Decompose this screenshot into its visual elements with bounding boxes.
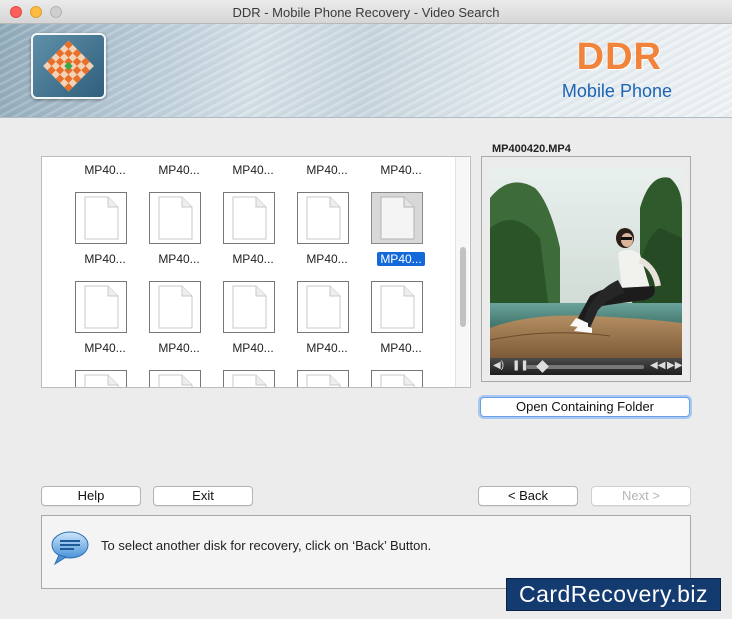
video-preview[interactable] — [490, 168, 682, 358]
file-name-label: MP40... — [306, 341, 348, 355]
file-name-label: MP40... — [158, 252, 200, 266]
video-controls: ◀) ❚❚ ◀◀ ▶▶ — [490, 358, 682, 375]
grid-item[interactable]: MP40... — [142, 161, 216, 179]
back-button[interactable]: < Back — [478, 486, 578, 506]
grid-item[interactable]: MP40... — [290, 250, 364, 268]
video-file-grid[interactable]: MP40... MP40... MP40... MP40... MP40... … — [41, 156, 471, 388]
document-icon — [84, 285, 119, 329]
grid-item[interactable]: MP40... — [216, 339, 290, 357]
app-logo — [31, 33, 106, 99]
file-thumbnail[interactable] — [149, 281, 201, 333]
file-thumbnail[interactable] — [371, 370, 423, 387]
app-window: DDR - Mobile Phone Recovery - Video Sear… — [0, 0, 732, 619]
document-icon — [232, 285, 267, 329]
preview-file-name: MP400420.MP4 — [488, 143, 575, 155]
speech-bubble-icon — [51, 531, 89, 566]
file-thumbnail[interactable] — [223, 192, 275, 244]
file-name-label: MP40... — [232, 341, 274, 355]
forward-icon[interactable]: ▶▶ — [667, 360, 682, 372]
file-thumbnail[interactable] — [371, 281, 423, 333]
rewind-icon[interactable]: ◀◀ — [650, 360, 665, 372]
website-watermark: CardRecovery.biz — [506, 578, 721, 611]
file-name-label: MP40... — [84, 341, 126, 355]
file-name-label: MP40... — [306, 163, 348, 177]
grid-item[interactable]: MP40... — [68, 161, 142, 179]
file-name-label: MP40... — [380, 163, 422, 177]
document-icon — [306, 285, 341, 329]
document-icon — [84, 196, 119, 240]
grid-item[interactable]: MP40... — [68, 250, 142, 268]
document-icon — [306, 374, 341, 387]
file-name-label: MP40... — [158, 163, 200, 177]
window-title: DDR - Mobile Phone Recovery - Video Sear… — [232, 5, 500, 20]
grid-item[interactable]: MP40... — [364, 161, 438, 179]
grid-scrollbar[interactable] — [455, 157, 469, 387]
document-icon — [380, 374, 415, 387]
file-thumbnail[interactable] — [75, 192, 127, 244]
file-thumbnail[interactable] — [297, 370, 349, 387]
file-thumbnail-selected[interactable] — [371, 192, 423, 244]
file-thumbnail[interactable] — [149, 370, 201, 387]
video-frame-image — [490, 168, 682, 358]
seek-knob[interactable] — [536, 360, 549, 373]
volume-icon[interactable]: ◀) — [493, 360, 504, 372]
help-button[interactable]: Help — [41, 486, 141, 506]
document-icon — [232, 196, 267, 240]
file-name-label: MP40... — [84, 163, 126, 177]
file-name-label: MP40... — [84, 252, 126, 266]
file-name-label: MP40... — [158, 341, 200, 355]
exit-button[interactable]: Exit — [153, 486, 253, 506]
document-icon — [380, 285, 415, 329]
file-name-label: MP40... — [306, 252, 348, 266]
grid-item[interactable]: MP40... — [290, 339, 364, 357]
next-button: Next > — [591, 486, 691, 506]
file-thumbnail[interactable] — [223, 281, 275, 333]
file-thumbnail[interactable] — [149, 192, 201, 244]
document-icon — [158, 374, 193, 387]
grid-item[interactable]: MP40... — [142, 339, 216, 357]
file-name-label: MP40... — [232, 252, 274, 266]
grid-item-selected[interactable]: MP40... — [364, 250, 438, 268]
document-icon — [306, 196, 341, 240]
status-message: To select another disk for recovery, cli… — [101, 538, 432, 553]
file-thumbnail[interactable] — [223, 370, 275, 387]
document-icon — [158, 196, 193, 240]
header-banner: DDR Mobile Phone — [0, 24, 732, 118]
grid-item[interactable]: MP40... — [216, 250, 290, 268]
grid-item[interactable]: MP40... — [142, 250, 216, 268]
file-name-label: MP40... — [380, 341, 422, 355]
file-thumbnail[interactable] — [297, 192, 349, 244]
title-bar: DDR - Mobile Phone Recovery - Video Sear… — [0, 0, 732, 24]
open-containing-folder-button[interactable]: Open Containing Folder — [480, 397, 690, 417]
brand-subtitle: Mobile Phone — [561, 81, 672, 101]
file-name-label-selected: MP40... — [377, 252, 425, 266]
file-thumbnail[interactable] — [297, 281, 349, 333]
document-icon — [232, 374, 267, 387]
file-name-label: MP40... — [232, 163, 274, 177]
checker-logo-icon — [43, 40, 94, 92]
document-icon — [84, 374, 119, 387]
grid-item[interactable]: MP40... — [364, 339, 438, 357]
document-icon — [158, 285, 193, 329]
document-icon — [380, 196, 415, 240]
file-thumbnail[interactable] — [75, 370, 127, 387]
file-thumbnail[interactable] — [75, 281, 127, 333]
brand-name: DDR — [576, 36, 662, 78]
grid-item[interactable]: MP40... — [68, 339, 142, 357]
grid-item[interactable]: MP40... — [290, 161, 364, 179]
grid-item[interactable]: MP40... — [216, 161, 290, 179]
scrollbar-thumb[interactable] — [460, 247, 466, 327]
